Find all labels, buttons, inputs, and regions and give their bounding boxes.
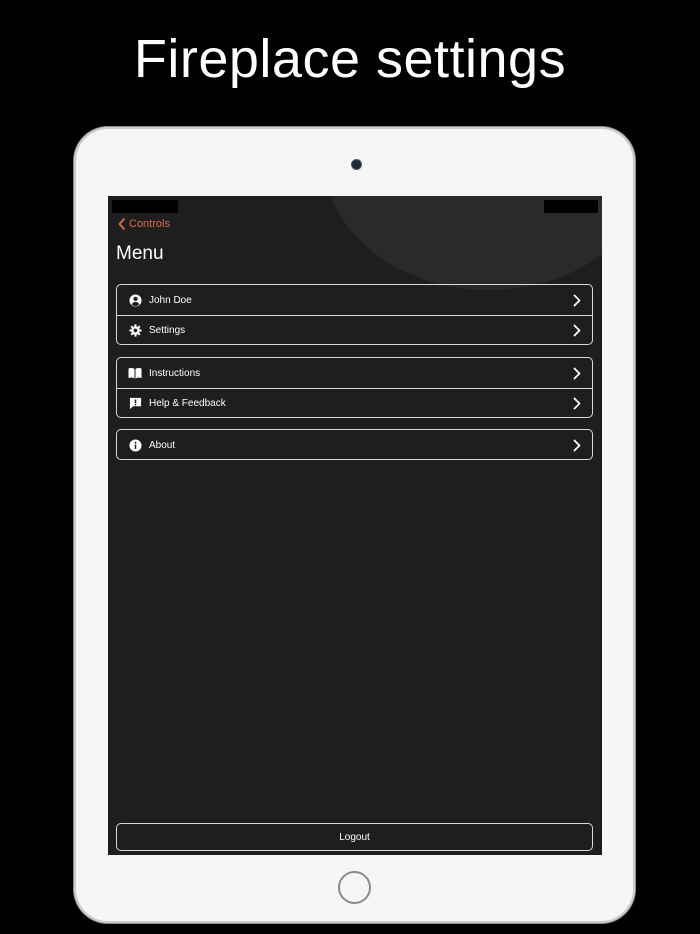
logout-button[interactable]: Logout bbox=[116, 823, 593, 851]
status-bar-left bbox=[112, 200, 178, 213]
promo-headline: Fireplace settings bbox=[133, 29, 567, 89]
menu-group-about: About bbox=[116, 429, 593, 460]
menu-item-label: John Doe bbox=[149, 294, 192, 306]
menu-item-label: About bbox=[149, 439, 176, 451]
chevron-right-icon bbox=[572, 397, 582, 411]
user-icon bbox=[128, 293, 142, 307]
menu-item-about[interactable]: About bbox=[117, 430, 592, 460]
camera-icon bbox=[351, 159, 362, 170]
info-icon bbox=[128, 438, 142, 452]
gear-icon bbox=[128, 324, 142, 338]
menu-item-label: Settings bbox=[149, 325, 186, 336]
menu-item-instructions[interactable]: Instructions bbox=[117, 358, 592, 388]
page-title: Menu bbox=[116, 243, 164, 264]
app-screen: Controls Menu John Doe Settings Instruct… bbox=[108, 196, 602, 855]
chevron-right-icon bbox=[572, 366, 582, 380]
feedback-icon bbox=[128, 397, 142, 411]
home-button[interactable] bbox=[338, 871, 371, 904]
menu-item-label: Instructions bbox=[149, 367, 201, 379]
tablet-frame: Controls Menu John Doe Settings Instruct… bbox=[74, 127, 635, 923]
menu-item-profile[interactable]: John Doe bbox=[117, 285, 592, 315]
menu-item-help-feedback[interactable]: Help & Feedback bbox=[117, 388, 592, 418]
menu-item-label: Help & Feedback bbox=[149, 398, 226, 409]
book-icon bbox=[128, 366, 142, 380]
chevron-left-icon bbox=[118, 218, 125, 230]
status-bar-right bbox=[544, 200, 598, 213]
menu-group-support: Instructions Help & Feedback bbox=[116, 357, 593, 418]
back-button-label: Controls bbox=[129, 218, 170, 230]
back-button[interactable]: Controls bbox=[118, 216, 170, 232]
chevron-right-icon bbox=[572, 324, 582, 338]
menu-item-settings[interactable]: Settings bbox=[117, 315, 592, 345]
menu-group-account: John Doe Settings bbox=[116, 284, 593, 345]
chevron-right-icon bbox=[572, 438, 582, 452]
chevron-right-icon bbox=[572, 293, 582, 307]
